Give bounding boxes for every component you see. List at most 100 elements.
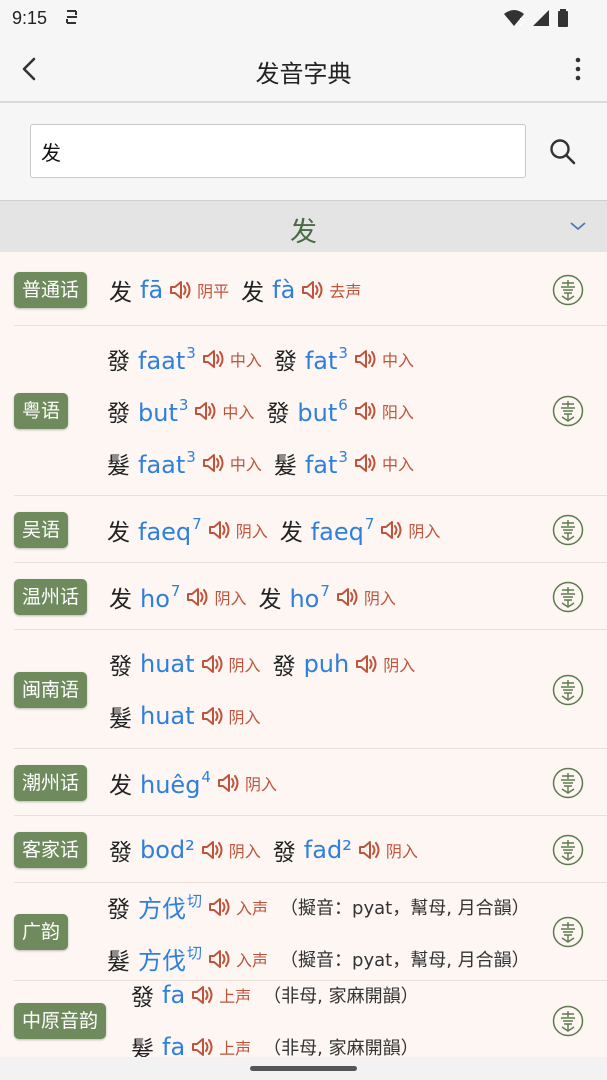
cellular-signal-icon bbox=[532, 10, 549, 26]
dialect-badge[interactable]: 潮州话 bbox=[14, 765, 88, 801]
romanization[interactable]: faat3 bbox=[138, 344, 196, 375]
speaker-icon[interactable] bbox=[380, 519, 404, 541]
speaker-icon[interactable] bbox=[194, 400, 218, 422]
character-header[interactable]: 发 bbox=[0, 200, 607, 252]
tone-number: 7 bbox=[170, 581, 181, 600]
dictionary-seal-icon[interactable] bbox=[552, 581, 584, 613]
dictionary-seal-icon[interactable] bbox=[552, 834, 584, 866]
speaker-icon[interactable] bbox=[186, 586, 210, 608]
romanization[interactable]: fat3 bbox=[305, 448, 348, 479]
search-input[interactable] bbox=[30, 124, 526, 178]
search-area bbox=[0, 103, 607, 200]
dictionary-seal-icon[interactable] bbox=[552, 767, 584, 799]
more-options-icon[interactable] bbox=[563, 50, 593, 88]
speaker-icon[interactable] bbox=[201, 653, 225, 675]
dictionary-seal-icon[interactable] bbox=[552, 916, 584, 948]
tone-number: 7 bbox=[364, 514, 375, 533]
speaker-icon[interactable] bbox=[354, 400, 378, 422]
speaker-icon[interactable] bbox=[217, 772, 241, 794]
status-time: 9:15 bbox=[12, 8, 48, 28]
chevron-down-icon[interactable] bbox=[569, 219, 587, 233]
speaker-icon[interactable] bbox=[202, 348, 226, 370]
character: 發 bbox=[107, 349, 130, 375]
dialect-badge[interactable]: 吴语 bbox=[14, 512, 69, 548]
speaker-icon[interactable] bbox=[169, 279, 193, 301]
speaker-icon[interactable] bbox=[202, 452, 226, 474]
speaker-icon[interactable] bbox=[358, 839, 382, 861]
character: 發 bbox=[131, 985, 154, 1011]
page-title: 发音字典 bbox=[255, 60, 352, 88]
dialect-row: 温州话发 ho7 阴入发 ho7 阴入 bbox=[14, 563, 607, 630]
pronunciation-line: 发 faeq7 阴入发 faeq7 阴入 bbox=[107, 513, 452, 547]
pronunciation-line: 髮 faat3 中入髮 fat3 中入 bbox=[107, 446, 426, 480]
dialect-row: 广韵發方伐切 入声 （擬音：pyat，幫母, 月合韻）髮方伐切 入声 （擬音：pyat，… bbox=[14, 883, 607, 981]
speaker-icon[interactable] bbox=[354, 452, 378, 474]
romanization[interactable]: 方伐切 bbox=[138, 889, 202, 924]
dialect-badge[interactable]: 广韵 bbox=[14, 914, 69, 950]
romanization[interactable]: 方伐切 bbox=[138, 941, 202, 976]
romanization[interactable]: fat3 bbox=[305, 344, 348, 375]
dialect-badge[interactable]: 粤语 bbox=[14, 393, 69, 429]
romanization[interactable]: huêg4 bbox=[140, 768, 211, 799]
speaker-icon[interactable] bbox=[301, 279, 325, 301]
speaker-icon[interactable] bbox=[208, 948, 232, 970]
dialect-badge[interactable]: 中原音韵 bbox=[14, 1003, 107, 1039]
dictionary-seal-icon[interactable] bbox=[552, 274, 584, 306]
dialect-row: 客家话發 bod² 阴入發 fad² 阴入 bbox=[14, 816, 607, 883]
speaker-icon[interactable] bbox=[201, 705, 225, 727]
romanization[interactable]: ho7 bbox=[289, 582, 329, 613]
dialect-badge[interactable]: 客家话 bbox=[14, 832, 88, 868]
romanization[interactable]: faat3 bbox=[138, 448, 196, 479]
romanization[interactable]: fā bbox=[140, 276, 163, 304]
romanization[interactable]: bod² bbox=[140, 836, 195, 864]
romanization[interactable]: fad² bbox=[304, 836, 352, 864]
pronunciation-line: 發方伐切 入声 （擬音：pyat，幫母, 月合韻） bbox=[107, 889, 530, 924]
romanization[interactable]: huat bbox=[140, 650, 195, 678]
dictionary-seal-icon[interactable] bbox=[552, 514, 584, 546]
tone-label: 阴入 bbox=[228, 656, 261, 675]
dialect-row: 闽南语發 huat 阴入發 puh 阴入髮 huat 阴入 bbox=[14, 630, 607, 749]
speaker-icon[interactable] bbox=[336, 586, 360, 608]
tone-number: 7 bbox=[320, 581, 330, 600]
romanization[interactable]: faeq7 bbox=[138, 515, 202, 546]
home-indicator[interactable] bbox=[250, 1066, 357, 1071]
romanization[interactable]: ho7 bbox=[140, 582, 180, 613]
dictionary-seal-icon[interactable] bbox=[552, 674, 584, 706]
romanization[interactable]: fa bbox=[162, 981, 185, 1009]
speaker-icon[interactable] bbox=[191, 984, 215, 1006]
speaker-icon[interactable] bbox=[191, 1036, 215, 1057]
romanization[interactable]: fa bbox=[162, 1033, 185, 1057]
romanization[interactable]: huat bbox=[140, 702, 195, 730]
character: 發 bbox=[266, 401, 290, 427]
dictionary-seal-icon[interactable] bbox=[552, 395, 584, 427]
dialect-badge[interactable]: 温州话 bbox=[14, 579, 88, 615]
character: 发 bbox=[241, 280, 265, 306]
character: 發 bbox=[107, 896, 130, 923]
romanization[interactable]: puh bbox=[304, 650, 350, 678]
character: 髮 bbox=[107, 948, 130, 975]
speaker-icon[interactable] bbox=[355, 653, 379, 675]
dialect-badge[interactable]: 闽南语 bbox=[14, 672, 88, 708]
sync-notification-icon bbox=[66, 10, 77, 24]
search-icon[interactable] bbox=[544, 133, 582, 171]
dialect-row: 潮州话发 huêg4 阴入 bbox=[14, 749, 607, 816]
speaker-icon[interactable] bbox=[208, 896, 232, 918]
dictionary-seal-icon[interactable] bbox=[552, 1005, 584, 1037]
speaker-icon[interactable] bbox=[201, 839, 225, 861]
romanization[interactable]: fà bbox=[272, 276, 295, 304]
tone-label: 中入 bbox=[229, 455, 262, 474]
tone-number: 切 bbox=[187, 892, 203, 910]
status-icons bbox=[501, 9, 569, 27]
dialect-badge[interactable]: 普通话 bbox=[14, 272, 88, 308]
phonology-note: （擬音：pyat，幫母, 月合韻） bbox=[280, 949, 530, 971]
character: 髮 bbox=[107, 453, 130, 479]
character: 發 bbox=[109, 840, 132, 866]
speaker-icon[interactable] bbox=[354, 348, 378, 370]
pronunciation-line: 髮 huat 阴入 bbox=[109, 699, 273, 733]
romanization[interactable]: but3 bbox=[138, 396, 188, 427]
speaker-icon[interactable] bbox=[208, 519, 232, 541]
pronunciation-line: 发 ho7 阴入发 ho7 阴入 bbox=[109, 580, 408, 614]
romanization[interactable]: but6 bbox=[297, 396, 347, 427]
romanization[interactable]: faeq7 bbox=[311, 515, 375, 546]
tone-number: 3 bbox=[338, 343, 348, 362]
